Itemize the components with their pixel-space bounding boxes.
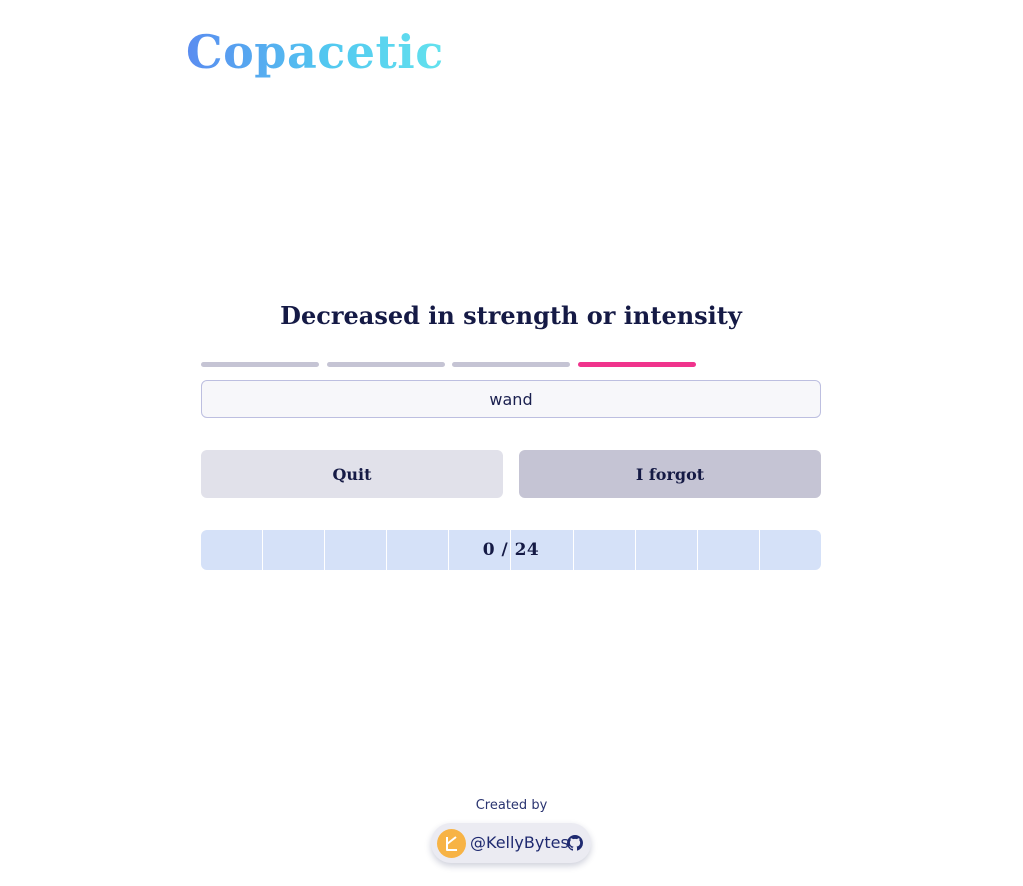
score-progress-text: 0 / 24 [482,540,540,560]
created-by-label: Created by [475,798,548,813]
attempt-steps [201,362,696,367]
step-indicator-2 [327,362,445,367]
author-link[interactable]: @KellyBytes [431,823,591,863]
quit-button[interactable]: Quit [201,450,503,498]
step-indicator-4 [578,362,696,367]
github-icon [567,835,583,851]
answer-input[interactable] [201,380,821,418]
kellybytes-logo-icon [437,829,466,858]
step-indicator-3 [452,362,570,367]
score-progress-bar: 0 / 24 [201,530,821,570]
app-logo[interactable]: Copacetic [186,22,444,82]
i-forgot-button[interactable]: I forgot [519,450,821,498]
quiz-prompt: Decreased in strength or intensity [280,301,742,330]
author-handle: @KellyBytes [470,833,569,852]
step-indicator-1 [201,362,319,367]
